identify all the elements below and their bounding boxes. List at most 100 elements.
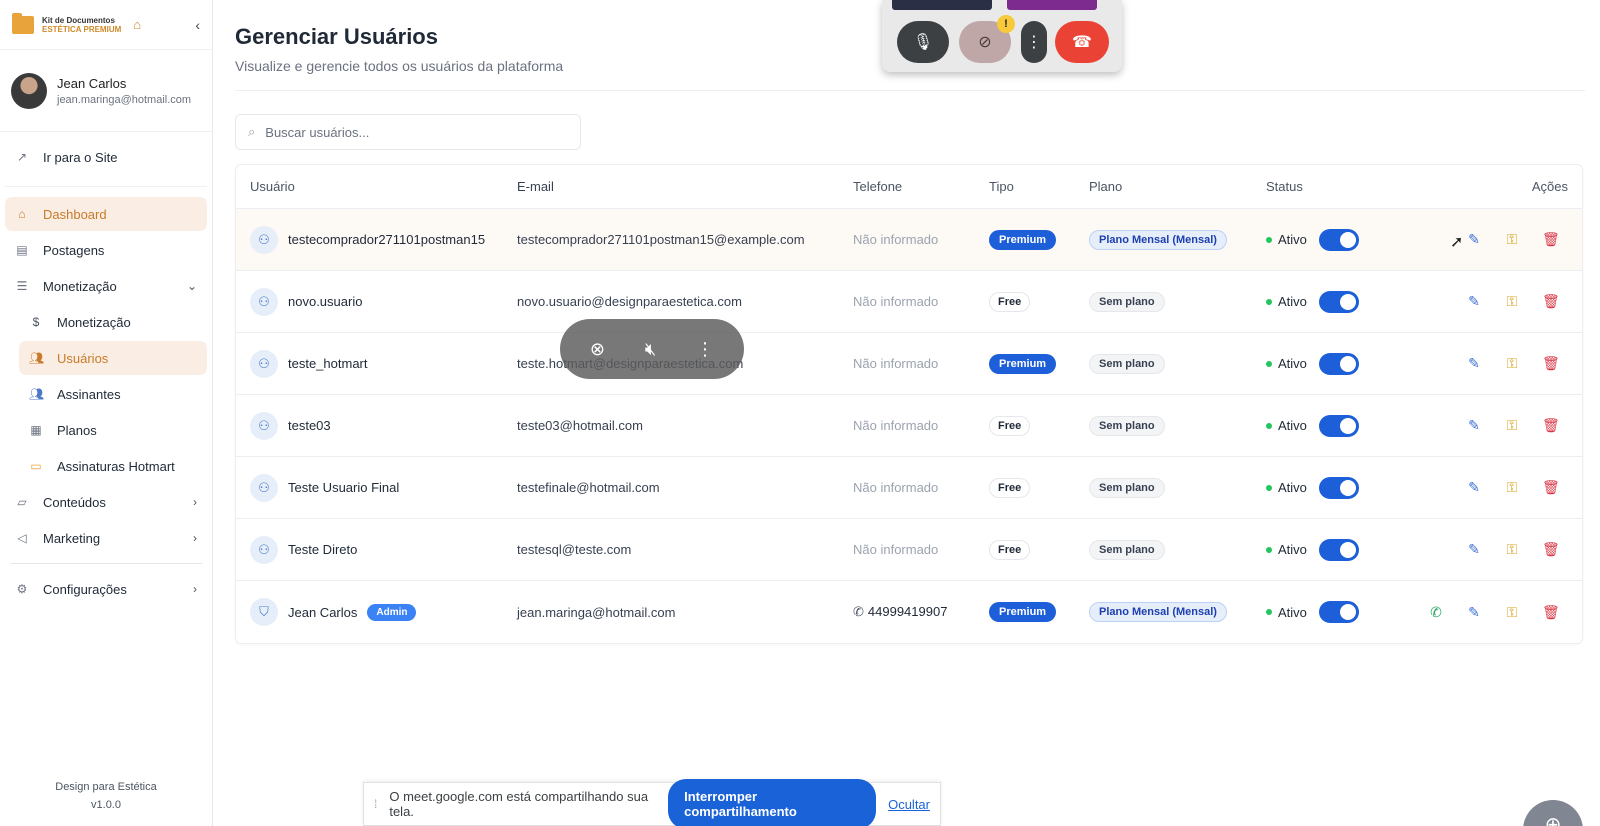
sidebar-item-monetizacao[interactable]: $ Monetização	[19, 305, 207, 339]
chevron-right-icon: ›	[193, 495, 197, 509]
search-box[interactable]: ⌕	[235, 114, 581, 150]
phone-icon: ✆	[853, 604, 864, 619]
brand-logo-text: Kit de Documentos ESTÉTICA PREMIUM	[42, 16, 121, 34]
divider	[10, 563, 202, 564]
status-dot	[1266, 484, 1272, 491]
table-row: ⚇teste_hotmart teste.hotmart@designparae…	[236, 333, 1582, 395]
sidebar-item-dashboard[interactable]: ⌂ Dashboard	[5, 197, 207, 231]
tipo-badge: Premium	[989, 602, 1057, 622]
nav-site-link[interactable]: ↗ Ir para o Site	[5, 140, 207, 174]
document-icon: ▤	[16, 243, 28, 257]
search-input[interactable]	[265, 124, 556, 140]
sidebar-item-label: Planos	[57, 422, 97, 438]
edit-icon[interactable]: ✎	[1466, 355, 1482, 372]
plano-badge: Plano Mensal (Mensal)	[1089, 229, 1227, 250]
stop-sharing-button[interactable]: Interromper compartilhamento	[668, 779, 877, 826]
home-icon[interactable]: ⌂	[133, 17, 141, 32]
edit-icon[interactable]: ✎	[1466, 479, 1482, 496]
trash-icon[interactable]: 🗑︎	[1542, 479, 1560, 496]
edit-icon[interactable]: ✎	[1466, 541, 1482, 558]
sidebar-item-marketing[interactable]: ◁ Marketing ›	[5, 521, 207, 555]
drag-handle-icon[interactable]: ⁞	[374, 797, 377, 811]
status-toggle[interactable]	[1318, 601, 1359, 623]
table-row: ⚇ teste03 teste03@hotmail.com Não informa…	[236, 395, 1582, 457]
key-icon[interactable]: ⚿	[1504, 417, 1520, 434]
footer-version: v1.0.0	[91, 799, 121, 811]
edit-icon[interactable]: ✎	[1466, 604, 1482, 621]
plano-badge: Plano Mensal (Mensal)	[1089, 602, 1227, 622]
user-phone: Não informado	[853, 418, 939, 433]
plano-badge: Sem plano	[1089, 539, 1165, 560]
unpin-icon[interactable]: ⊗	[590, 339, 605, 360]
dollar-icon: $	[32, 315, 40, 329]
key-icon[interactable]: ⚿	[1504, 231, 1520, 248]
edit-icon[interactable]: ✎	[1466, 417, 1482, 434]
plano-badge: Sem plano	[1089, 477, 1165, 498]
avatar	[11, 72, 47, 109]
status-toggle[interactable]	[1318, 414, 1359, 437]
user-icon: ⚇	[250, 349, 278, 378]
status-toggle[interactable]	[1318, 476, 1359, 499]
status-badge: Ativo	[1278, 232, 1307, 247]
user-icon: ⚇	[250, 535, 278, 564]
trash-icon[interactable]: 🗑︎	[1542, 355, 1560, 372]
sidebar-item-configuracoes[interactable]: ⚙ Configurações ›	[5, 572, 207, 606]
brand-line1: Kit de Documentos	[42, 15, 115, 25]
user-name: Teste Usuario Final	[288, 480, 400, 495]
participant-thumbnail	[892, 0, 992, 10]
sidebar-item-assinaturas-hotmart[interactable]: ▭ Assinaturas Hotmart	[19, 449, 207, 483]
floating-action-button[interactable]: ⊕	[1523, 800, 1583, 826]
user-icon: ⚇	[250, 411, 278, 440]
sidebar-item-label: Dashboard	[43, 206, 107, 222]
trash-icon[interactable]: 🗑︎	[1542, 231, 1560, 248]
chevron-down-icon: ⌄	[186, 279, 197, 293]
sidebar-item-label: Assinaturas Hotmart	[57, 458, 175, 474]
sidebar-item-label: Assinantes	[57, 386, 121, 402]
hide-link[interactable]: Ocultar	[888, 797, 930, 812]
edit-icon[interactable]: ✎	[1466, 231, 1482, 248]
sidebar-item-label: Monetização	[43, 278, 117, 294]
user-name: novo.usuario	[288, 294, 363, 309]
status-toggle[interactable]	[1318, 290, 1359, 313]
sidebar-item-planos[interactable]: ▦ Planos	[19, 413, 207, 447]
sidebar-item-conteudos[interactable]: ▱ Conteúdos ›	[5, 485, 207, 519]
status-toggle[interactable]	[1318, 538, 1359, 561]
trash-icon[interactable]: 🗑︎	[1542, 293, 1560, 310]
microphone-icon[interactable]: 🎙︎	[897, 21, 949, 63]
sidebar-item-postagens[interactable]: ▤ Postagens	[5, 233, 207, 267]
status-toggle[interactable]	[1318, 352, 1359, 375]
edit-icon[interactable]: ✎	[1466, 293, 1482, 310]
trash-icon[interactable]: 🗑︎	[1542, 417, 1560, 434]
key-icon[interactable]: ⚿	[1504, 604, 1520, 621]
mute-icon[interactable]: 🔇︎	[645, 339, 656, 360]
whatsapp-icon[interactable]: ✆	[1428, 604, 1444, 621]
sidebar-item-assinantes[interactable]: 👥︎ Assinantes	[19, 377, 207, 411]
sidebar-item-label: Monetização	[57, 314, 131, 330]
user-phone: Não informado	[853, 542, 939, 557]
chevron-right-icon: ›	[193, 582, 197, 596]
chevron-right-icon: ›	[193, 531, 197, 545]
key-icon[interactable]: ⚿	[1504, 355, 1520, 372]
trash-icon[interactable]: 🗑︎	[1542, 541, 1560, 558]
sidebar-item-monetizacao-group[interactable]: ☰ Monetização ⌄	[5, 269, 207, 303]
trash-icon[interactable]: 🗑︎	[1542, 604, 1560, 621]
key-icon[interactable]: ⚿	[1504, 479, 1520, 496]
layout-icon: ▦	[30, 423, 42, 437]
end-call-icon[interactable]: ☎	[1055, 21, 1109, 63]
table-row: ⚇ testecomprador271101postman15 testecomp…	[236, 209, 1582, 271]
user-name: Teste Direto	[288, 542, 358, 557]
status-toggle[interactable]	[1318, 228, 1359, 251]
key-icon[interactable]: ⚿	[1504, 541, 1520, 558]
meet-call-controls: 🎙︎ ⊘ ! ⋮ ☎	[882, 0, 1122, 72]
tipo-badge: Free	[989, 415, 1031, 436]
plano-badge: Sem plano	[1089, 415, 1165, 436]
user-phone: Não informado	[853, 232, 939, 247]
column-header-status: Status	[1266, 179, 1303, 194]
collapse-sidebar-icon[interactable]: ‹	[195, 17, 200, 33]
tipo-badge: Premium	[989, 229, 1057, 250]
more-options-icon[interactable]: ⋮	[696, 339, 714, 360]
key-icon[interactable]: ⚿	[1504, 293, 1520, 310]
floating-media-controls: ⊗ 🔇︎ ⋮	[560, 319, 744, 379]
sidebar-item-usuarios[interactable]: 👥︎ Usuários	[19, 341, 207, 375]
more-options-icon[interactable]: ⋮	[1021, 21, 1047, 63]
